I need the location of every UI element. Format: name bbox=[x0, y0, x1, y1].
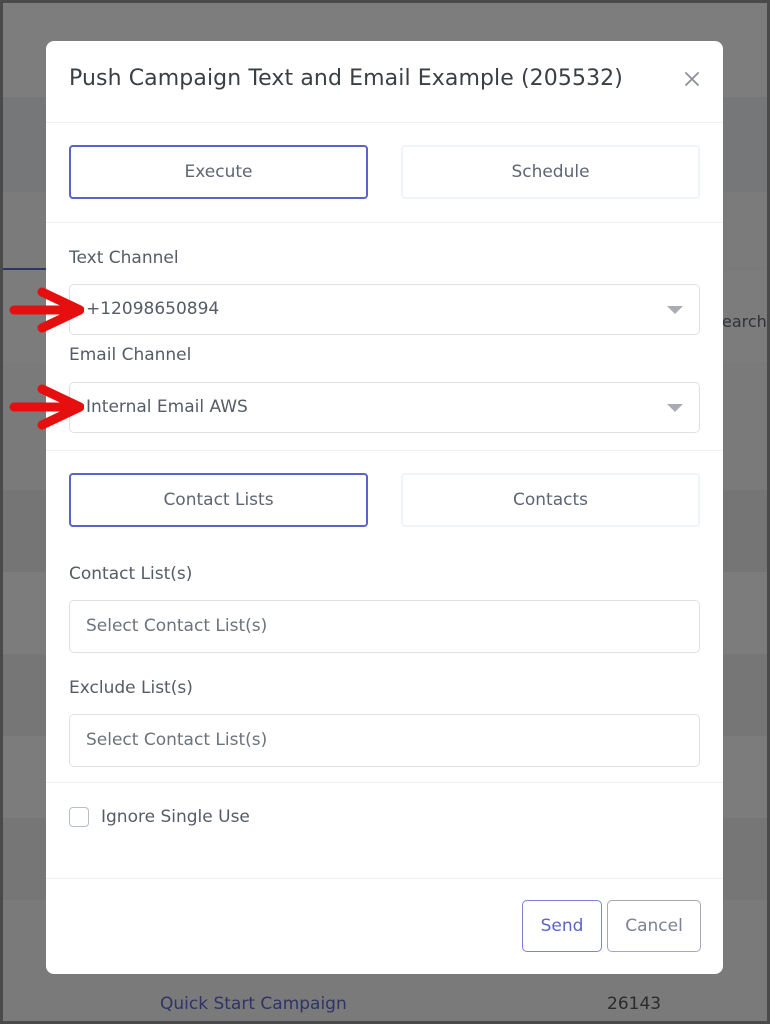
email-channel-select[interactable]: Internal Email AWS bbox=[69, 382, 700, 433]
contact-lists-select[interactable]: Select Contact List(s) bbox=[69, 600, 700, 653]
email-channel-value: Internal Email AWS bbox=[86, 397, 248, 417]
recipient-tabs: Contact Lists Contacts bbox=[69, 473, 700, 527]
execute-tab[interactable]: Execute bbox=[69, 145, 368, 199]
chevron-down-icon bbox=[667, 306, 683, 314]
email-channel-label: Email Channel bbox=[69, 345, 192, 365]
close-icon bbox=[685, 72, 699, 86]
divider bbox=[46, 782, 723, 783]
background-campaign-link[interactable]: Quick Start Campaign bbox=[160, 994, 347, 1014]
divider bbox=[46, 222, 723, 223]
contact-lists-tab[interactable]: Contact Lists bbox=[69, 473, 368, 527]
divider bbox=[46, 878, 723, 879]
close-button[interactable] bbox=[682, 69, 702, 89]
cancel-button[interactable]: Cancel bbox=[607, 900, 701, 952]
annotation-arrow-icon bbox=[9, 287, 84, 333]
modal-title: Push Campaign Text and Email Example (20… bbox=[69, 66, 623, 91]
exclude-lists-label: Exclude List(s) bbox=[69, 678, 193, 698]
text-channel-select[interactable]: +12098650894 bbox=[69, 284, 700, 335]
text-channel-value: +12098650894 bbox=[86, 299, 220, 319]
background-campaign-id: 26143 bbox=[607, 994, 662, 1014]
ignore-single-use-toggle[interactable]: Ignore Single Use bbox=[69, 807, 250, 827]
exclude-lists-select[interactable]: Select Contact List(s) bbox=[69, 714, 700, 767]
contacts-tab[interactable]: Contacts bbox=[401, 473, 700, 527]
ignore-single-use-label: Ignore Single Use bbox=[101, 807, 250, 827]
exclude-lists-placeholder: Select Contact List(s) bbox=[86, 730, 268, 750]
background-search-text: earch bbox=[722, 312, 767, 331]
modal-header: Push Campaign Text and Email Example (20… bbox=[46, 41, 723, 123]
mode-tabs: Execute Schedule bbox=[69, 145, 700, 199]
contact-lists-label: Contact List(s) bbox=[69, 564, 193, 584]
chevron-down-icon bbox=[667, 404, 683, 412]
divider bbox=[46, 450, 723, 451]
push-campaign-modal: Push Campaign Text and Email Example (20… bbox=[46, 41, 723, 974]
contact-lists-placeholder: Select Contact List(s) bbox=[86, 616, 268, 636]
ignore-single-use-checkbox[interactable] bbox=[69, 807, 89, 827]
text-channel-label: Text Channel bbox=[69, 248, 179, 268]
schedule-tab[interactable]: Schedule bbox=[401, 145, 700, 199]
send-button[interactable]: Send bbox=[522, 900, 602, 952]
annotation-arrow-icon bbox=[9, 384, 84, 430]
